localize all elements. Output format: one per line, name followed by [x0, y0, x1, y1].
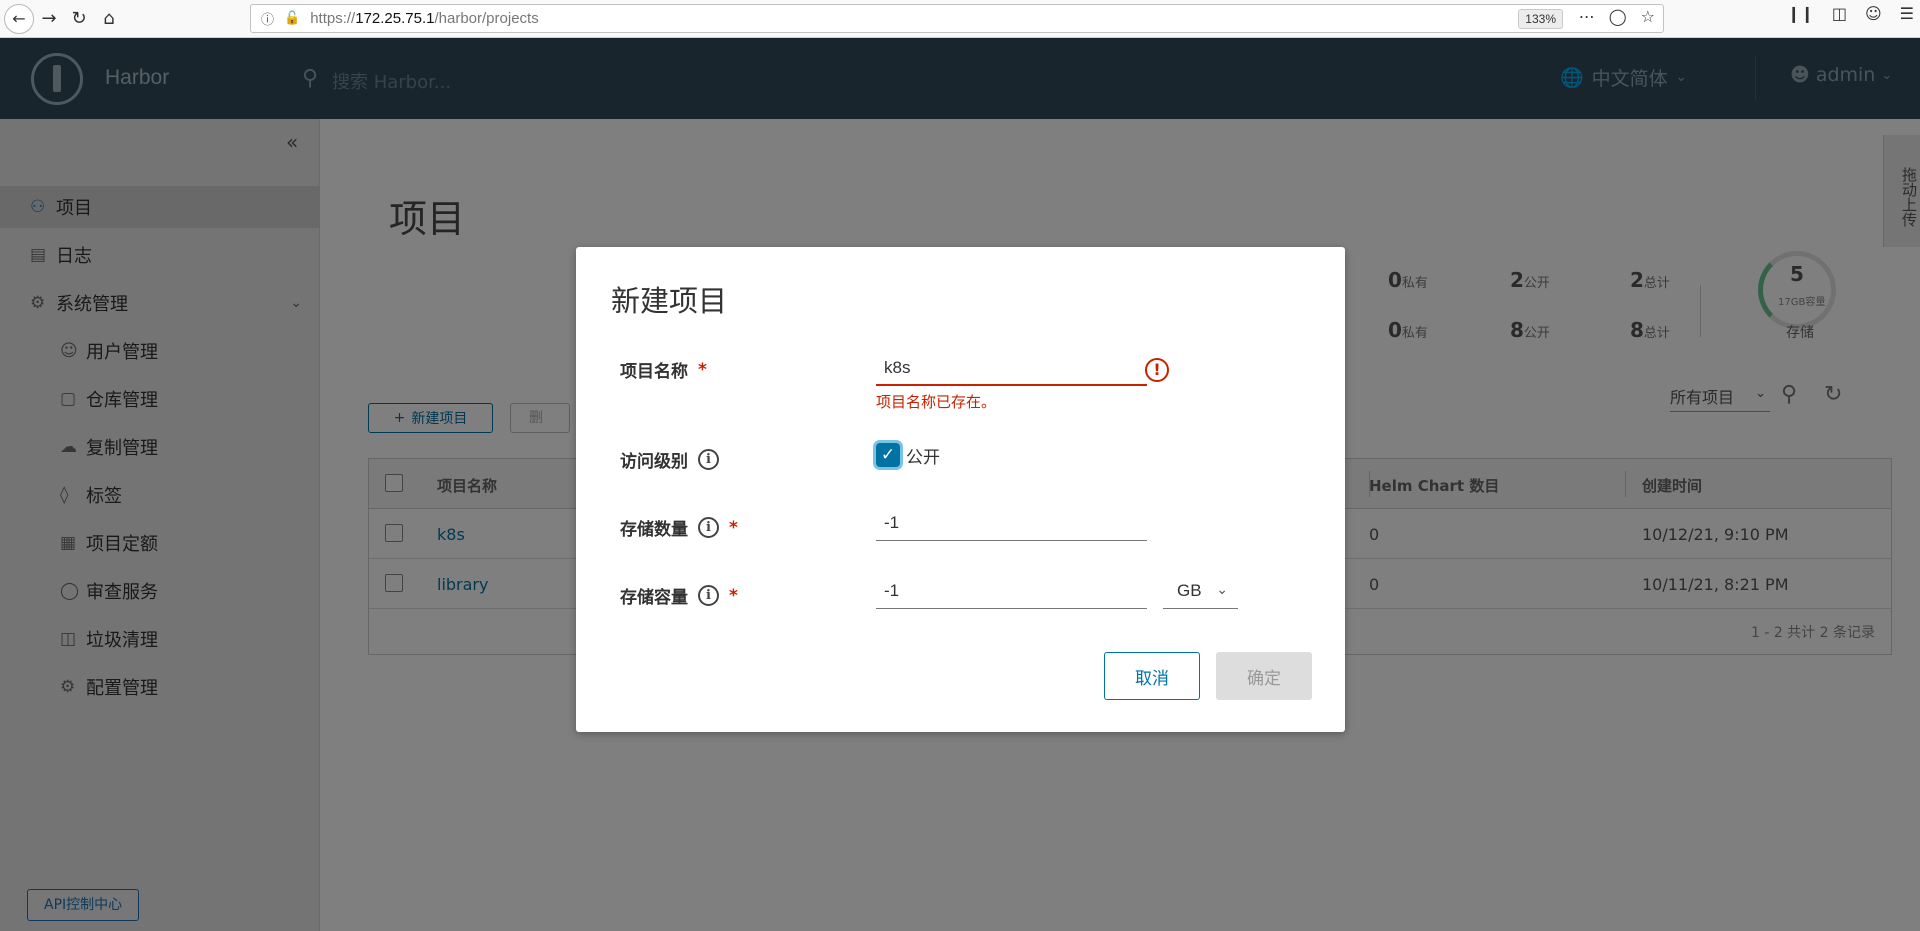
- name-error-message: 项目名称已存在。: [876, 393, 997, 411]
- required-marker: *: [698, 359, 707, 380]
- pocket-icon[interactable]: ◯: [1609, 7, 1627, 26]
- label-text: 项目名称: [620, 362, 688, 382]
- info-icon[interactable]: i: [698, 517, 719, 538]
- label-text: 存储数量: [620, 520, 688, 540]
- reload-icon[interactable]: ↻: [64, 4, 94, 34]
- new-project-dialog: 新建项目 项目名称 * k8s ! 项目名称已存在。 访问级别 i ✓ 公开 存…: [576, 247, 1345, 732]
- account-icon[interactable]: ☺: [1865, 4, 1882, 23]
- home-icon[interactable]: ⌂: [94, 4, 124, 34]
- cancel-button[interactable]: 取消: [1104, 652, 1200, 700]
- bookmark-star-icon[interactable]: ☆: [1641, 7, 1655, 26]
- storage-capacity-label: 存储容量 i *: [620, 583, 738, 608]
- dialog-title: 新建项目: [611, 284, 728, 318]
- sidebar-toggle-icon[interactable]: ◫: [1832, 4, 1847, 23]
- more-icon[interactable]: ⋯: [1579, 7, 1595, 26]
- project-name-input[interactable]: k8s: [876, 354, 1147, 386]
- error-icon: !: [1145, 358, 1169, 382]
- lock-icon[interactable]: 🔓: [284, 11, 300, 26]
- zoom-level[interactable]: 133%: [1518, 9, 1563, 29]
- browser-toolbar: ← → ↻ ⌂ ⓘ 🔓 https://172.25.75.1/harbor/p…: [0, 0, 1920, 38]
- back-icon[interactable]: ←: [4, 3, 34, 34]
- ok-button[interactable]: 确定: [1216, 652, 1312, 700]
- required-marker: *: [729, 517, 738, 538]
- capacity-unit-select[interactable]: GB ⌄: [1163, 577, 1238, 609]
- library-icon[interactable]: ❙❙: [1787, 4, 1814, 23]
- address-bar[interactable]: ⓘ 🔓 https://172.25.75.1/harbor/projects …: [250, 4, 1664, 33]
- label-text: 访问级别: [620, 452, 688, 472]
- url-text[interactable]: https://172.25.75.1/harbor/projects: [310, 10, 539, 27]
- public-checkbox-label[interactable]: 公开: [906, 443, 940, 468]
- storage-count-label: 存储数量 i *: [620, 515, 738, 540]
- info-icon[interactable]: i: [698, 449, 719, 470]
- public-checkbox[interactable]: ✓: [876, 443, 900, 467]
- project-name-label: 项目名称 *: [620, 357, 707, 383]
- unit-value: GB: [1177, 581, 1202, 600]
- access-level-label: 访问级别 i: [620, 447, 719, 472]
- menu-icon[interactable]: ☰: [1900, 4, 1914, 23]
- storage-capacity-input[interactable]: -1: [876, 577, 1147, 609]
- info-icon[interactable]: ⓘ: [261, 9, 274, 28]
- required-marker: *: [729, 585, 738, 606]
- storage-count-input[interactable]: -1: [876, 509, 1147, 541]
- info-icon[interactable]: i: [698, 585, 719, 606]
- chevron-down-icon: ⌄: [1216, 581, 1228, 597]
- label-text: 存储容量: [620, 588, 688, 608]
- forward-icon[interactable]: →: [34, 4, 64, 34]
